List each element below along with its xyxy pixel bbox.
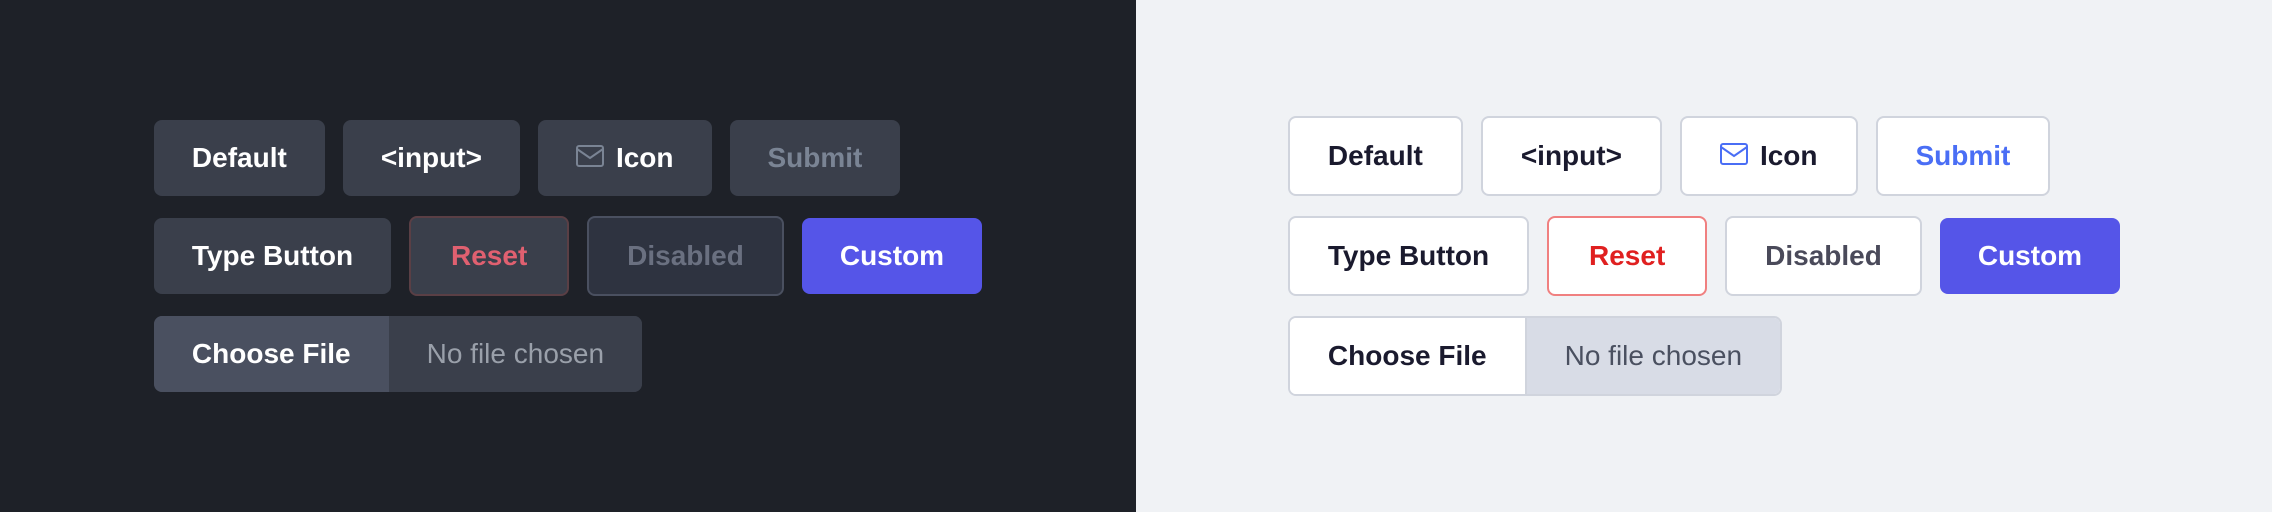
envelope-icon-light: [1720, 140, 1748, 172]
light-panel: Default <input> Icon Submit Type Button …: [1136, 0, 2272, 512]
dark-icon-button-label: Icon: [616, 142, 674, 174]
dark-custom-button[interactable]: Custom: [802, 218, 982, 294]
light-icon-button[interactable]: Icon: [1680, 116, 1858, 196]
dark-row-3: Choose File No file chosen: [154, 316, 642, 392]
light-custom-button[interactable]: Custom: [1940, 218, 2120, 294]
light-no-file-label: No file chosen: [1527, 318, 1780, 394]
light-reset-button[interactable]: Reset: [1547, 216, 1707, 296]
dark-reset-button[interactable]: Reset: [409, 216, 569, 296]
light-icon-button-label: Icon: [1760, 140, 1818, 172]
light-choose-file-button[interactable]: Choose File: [1290, 318, 1527, 394]
dark-row-2: Type Button Reset Disabled Custom: [154, 216, 982, 296]
light-disabled-button: Disabled: [1725, 216, 1922, 296]
dark-submit-button[interactable]: Submit: [730, 120, 901, 196]
dark-no-file-label: No file chosen: [389, 316, 642, 392]
dark-default-button[interactable]: Default: [154, 120, 325, 196]
light-submit-button[interactable]: Submit: [1876, 116, 2051, 196]
light-input-button[interactable]: <input>: [1481, 116, 1662, 196]
light-button-grid: Default <input> Icon Submit Type Button …: [1288, 116, 2120, 396]
dark-disabled-button: Disabled: [587, 216, 784, 296]
dark-input-button[interactable]: <input>: [343, 120, 520, 196]
light-default-button[interactable]: Default: [1288, 116, 1463, 196]
light-row-2: Type Button Reset Disabled Custom: [1288, 216, 2120, 296]
dark-choose-file-button[interactable]: Choose File: [154, 316, 389, 392]
envelope-icon: [576, 142, 604, 174]
dark-panel: Default <input> Icon Submit Type Button …: [0, 0, 1136, 512]
dark-button-grid: Default <input> Icon Submit Type Button …: [154, 120, 982, 392]
dark-icon-button[interactable]: Icon: [538, 120, 712, 196]
dark-typebutton-button[interactable]: Type Button: [154, 218, 391, 294]
light-file-input: Choose File No file chosen: [1288, 316, 1782, 396]
dark-row-1: Default <input> Icon Submit: [154, 120, 900, 196]
dark-file-input: Choose File No file chosen: [154, 316, 642, 392]
light-row-1: Default <input> Icon Submit: [1288, 116, 2050, 196]
light-row-3: Choose File No file chosen: [1288, 316, 1782, 396]
light-typebutton-button[interactable]: Type Button: [1288, 216, 1529, 296]
